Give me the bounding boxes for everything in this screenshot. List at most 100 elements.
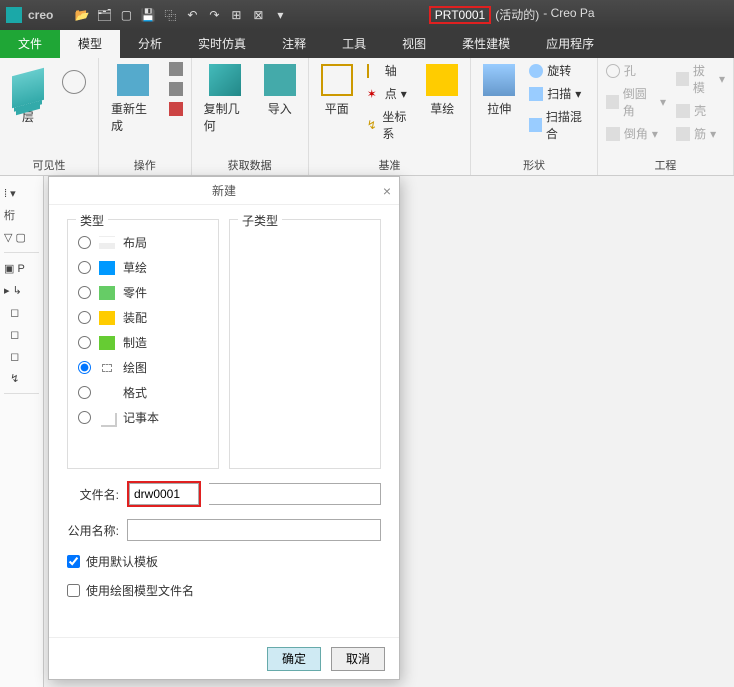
blend-button[interactable]: 扫描混合 [529, 108, 589, 142]
chamfer-button[interactable]: 倒角 ▾ [606, 125, 666, 142]
group-getdata: 复制几何 导入 获取数据 [192, 58, 309, 175]
commonname-row: 公用名称: [67, 519, 381, 541]
tree-item-3[interactable]: ◻ [4, 323, 39, 345]
eye-button[interactable] [58, 62, 90, 96]
revolve-button[interactable]: 旋转 [529, 62, 589, 79]
import-button[interactable]: 导入 [260, 62, 300, 119]
tree-toolbar[interactable]: ⁞ ▾ [4, 182, 39, 204]
layers-icon [12, 68, 44, 109]
group-label-engineering[interactable]: 工程 [606, 155, 725, 173]
tree-item-5[interactable]: ↯ [4, 367, 39, 389]
sketch-button[interactable]: 草绘 [422, 62, 462, 119]
axis-button[interactable]: 轴 [367, 62, 413, 79]
doc-icon[interactable]: ▢ [117, 6, 135, 24]
plane-label: 平面 [325, 100, 349, 117]
dialog-body: 类型 布局 草绘 零件 装配 制造 绘图 格式 记事本 子类型 文件名: 公用名… [49, 205, 399, 637]
axis-label: 轴 [385, 62, 397, 79]
type-layout[interactable]: 布局 [76, 230, 210, 255]
group-label-datum[interactable]: 基准 [317, 155, 463, 173]
mfg-icon [99, 336, 115, 350]
plane-button[interactable]: 平面 [317, 62, 357, 119]
drawing-icon [99, 361, 115, 375]
hole-button[interactable]: 孔 [606, 62, 666, 79]
tree-filter[interactable]: ▽ ▢ [4, 226, 39, 248]
group-label-visibility: 可见性 [8, 155, 90, 173]
sweep-button[interactable]: 扫描 ▾ [529, 85, 589, 102]
commonname-input[interactable] [127, 519, 381, 541]
saveall-icon[interactable]: ⿻ [161, 6, 179, 24]
point-button[interactable]: ✶点 ▾ [367, 85, 413, 102]
undo-icon[interactable]: ↶ [183, 6, 201, 24]
type-notebook[interactable]: 记事本 [76, 405, 210, 430]
subtype-fieldset: 子类型 [229, 219, 381, 469]
tab-annotate[interactable]: 注释 [264, 30, 324, 58]
save-icon[interactable]: 💾 [139, 6, 157, 24]
type-label-part: 零件 [123, 284, 147, 301]
tree-item-1[interactable]: ▸ ↳ [4, 279, 39, 301]
import-label: 导入 [268, 100, 292, 117]
type-sketch[interactable]: 草绘 [76, 255, 210, 280]
drawing-model-filename-checkbox[interactable] [67, 584, 80, 597]
draft-button[interactable]: 拔模 ▾ [676, 62, 725, 96]
dialog-title: 新建 × [49, 177, 399, 205]
tree-item-4[interactable]: ◻ [4, 345, 39, 367]
new-icon[interactable]: 🗂 [95, 6, 113, 24]
titlebar: creo 📂 🗂 ▢ 💾 ⿻ ↶ ↷ ⊞ ⊠ ▾ PRT0001 (活动的) -… [0, 0, 734, 30]
filename-input-tail[interactable] [209, 483, 381, 505]
asm-icon [99, 311, 115, 325]
extrude-button[interactable]: 拉伸 [479, 62, 519, 119]
tab-flex[interactable]: 柔性建模 [444, 30, 528, 58]
type-part[interactable]: 零件 [76, 280, 210, 305]
ok-button[interactable]: 确定 [267, 647, 321, 671]
tab-analysis[interactable]: 分析 [120, 30, 180, 58]
type-asm[interactable]: 装配 [76, 305, 210, 330]
redo-icon[interactable]: ↷ [205, 6, 223, 24]
group-label-getdata[interactable]: 获取数据 [200, 155, 300, 173]
filename-input[interactable] [129, 483, 199, 505]
use-default-template[interactable]: 使用默认模板 [67, 553, 381, 570]
copygeom-button[interactable]: 复制几何 [200, 62, 250, 136]
csys-button[interactable]: ↯坐标系 [367, 108, 413, 142]
tab-file[interactable]: 文件 [0, 30, 60, 58]
paste-icon[interactable] [169, 82, 183, 96]
tab-model[interactable]: 模型 [60, 30, 120, 58]
rib-button[interactable]: 筋 ▾ [676, 125, 725, 142]
delete-icon[interactable] [169, 102, 183, 116]
copygeom-label: 复制几何 [204, 100, 246, 134]
type-label-sketch: 草绘 [123, 259, 147, 276]
close-icon[interactable]: × [383, 183, 391, 199]
type-label-asm: 装配 [123, 309, 147, 326]
new-file-dialog: 新建 × 类型 布局 草绘 零件 装配 制造 绘图 格式 记事本 子类型 文件名… [48, 176, 400, 680]
close-doc-icon[interactable]: ⊠ [249, 6, 267, 24]
group-label-operate[interactable]: 操作 [107, 155, 183, 173]
open-icon[interactable]: 📂 [73, 6, 91, 24]
cancel-button[interactable]: 取消 [331, 647, 385, 671]
round-button[interactable]: 倒圆角 ▾ [606, 85, 666, 119]
default-template-checkbox[interactable] [67, 555, 80, 568]
type-mfg[interactable]: 制造 [76, 330, 210, 355]
tab-view[interactable]: 视图 [384, 30, 444, 58]
tree-item-part[interactable]: ▣ P [4, 257, 39, 279]
ribbon: 层 可见性 重新生成 操作 复制几何 [0, 58, 734, 176]
group-label-shapes[interactable]: 形状 [479, 155, 589, 173]
type-drawing[interactable]: 绘图 [76, 355, 210, 380]
chamfer-label: 倒角 [624, 125, 648, 142]
tab-apps[interactable]: 应用程序 [528, 30, 612, 58]
regen-button[interactable]: 重新生成 [107, 62, 159, 136]
type-format[interactable]: 格式 [76, 380, 210, 405]
filename-row: 文件名: [67, 481, 381, 507]
part-icon [99, 286, 115, 300]
tab-realtime[interactable]: 实时仿真 [180, 30, 264, 58]
copy-icon[interactable] [169, 62, 183, 76]
qat-dropdown-icon[interactable]: ▾ [271, 6, 289, 24]
tree-item-2[interactable]: ◻ [4, 301, 39, 323]
shell-button[interactable]: 壳 [676, 102, 725, 119]
tree-header: 桁 [4, 204, 39, 226]
use-drawing-model-filename[interactable]: 使用绘图模型文件名 [67, 582, 381, 599]
window-title: PRT0001 (活动的) - Creo Pa [289, 6, 734, 24]
layers-button[interactable]: 层 [8, 62, 48, 127]
blend-label: 扫描混合 [546, 108, 589, 142]
tab-tools[interactable]: 工具 [324, 30, 384, 58]
shell-label: 壳 [694, 102, 706, 119]
windows-icon[interactable]: ⊞ [227, 6, 245, 24]
